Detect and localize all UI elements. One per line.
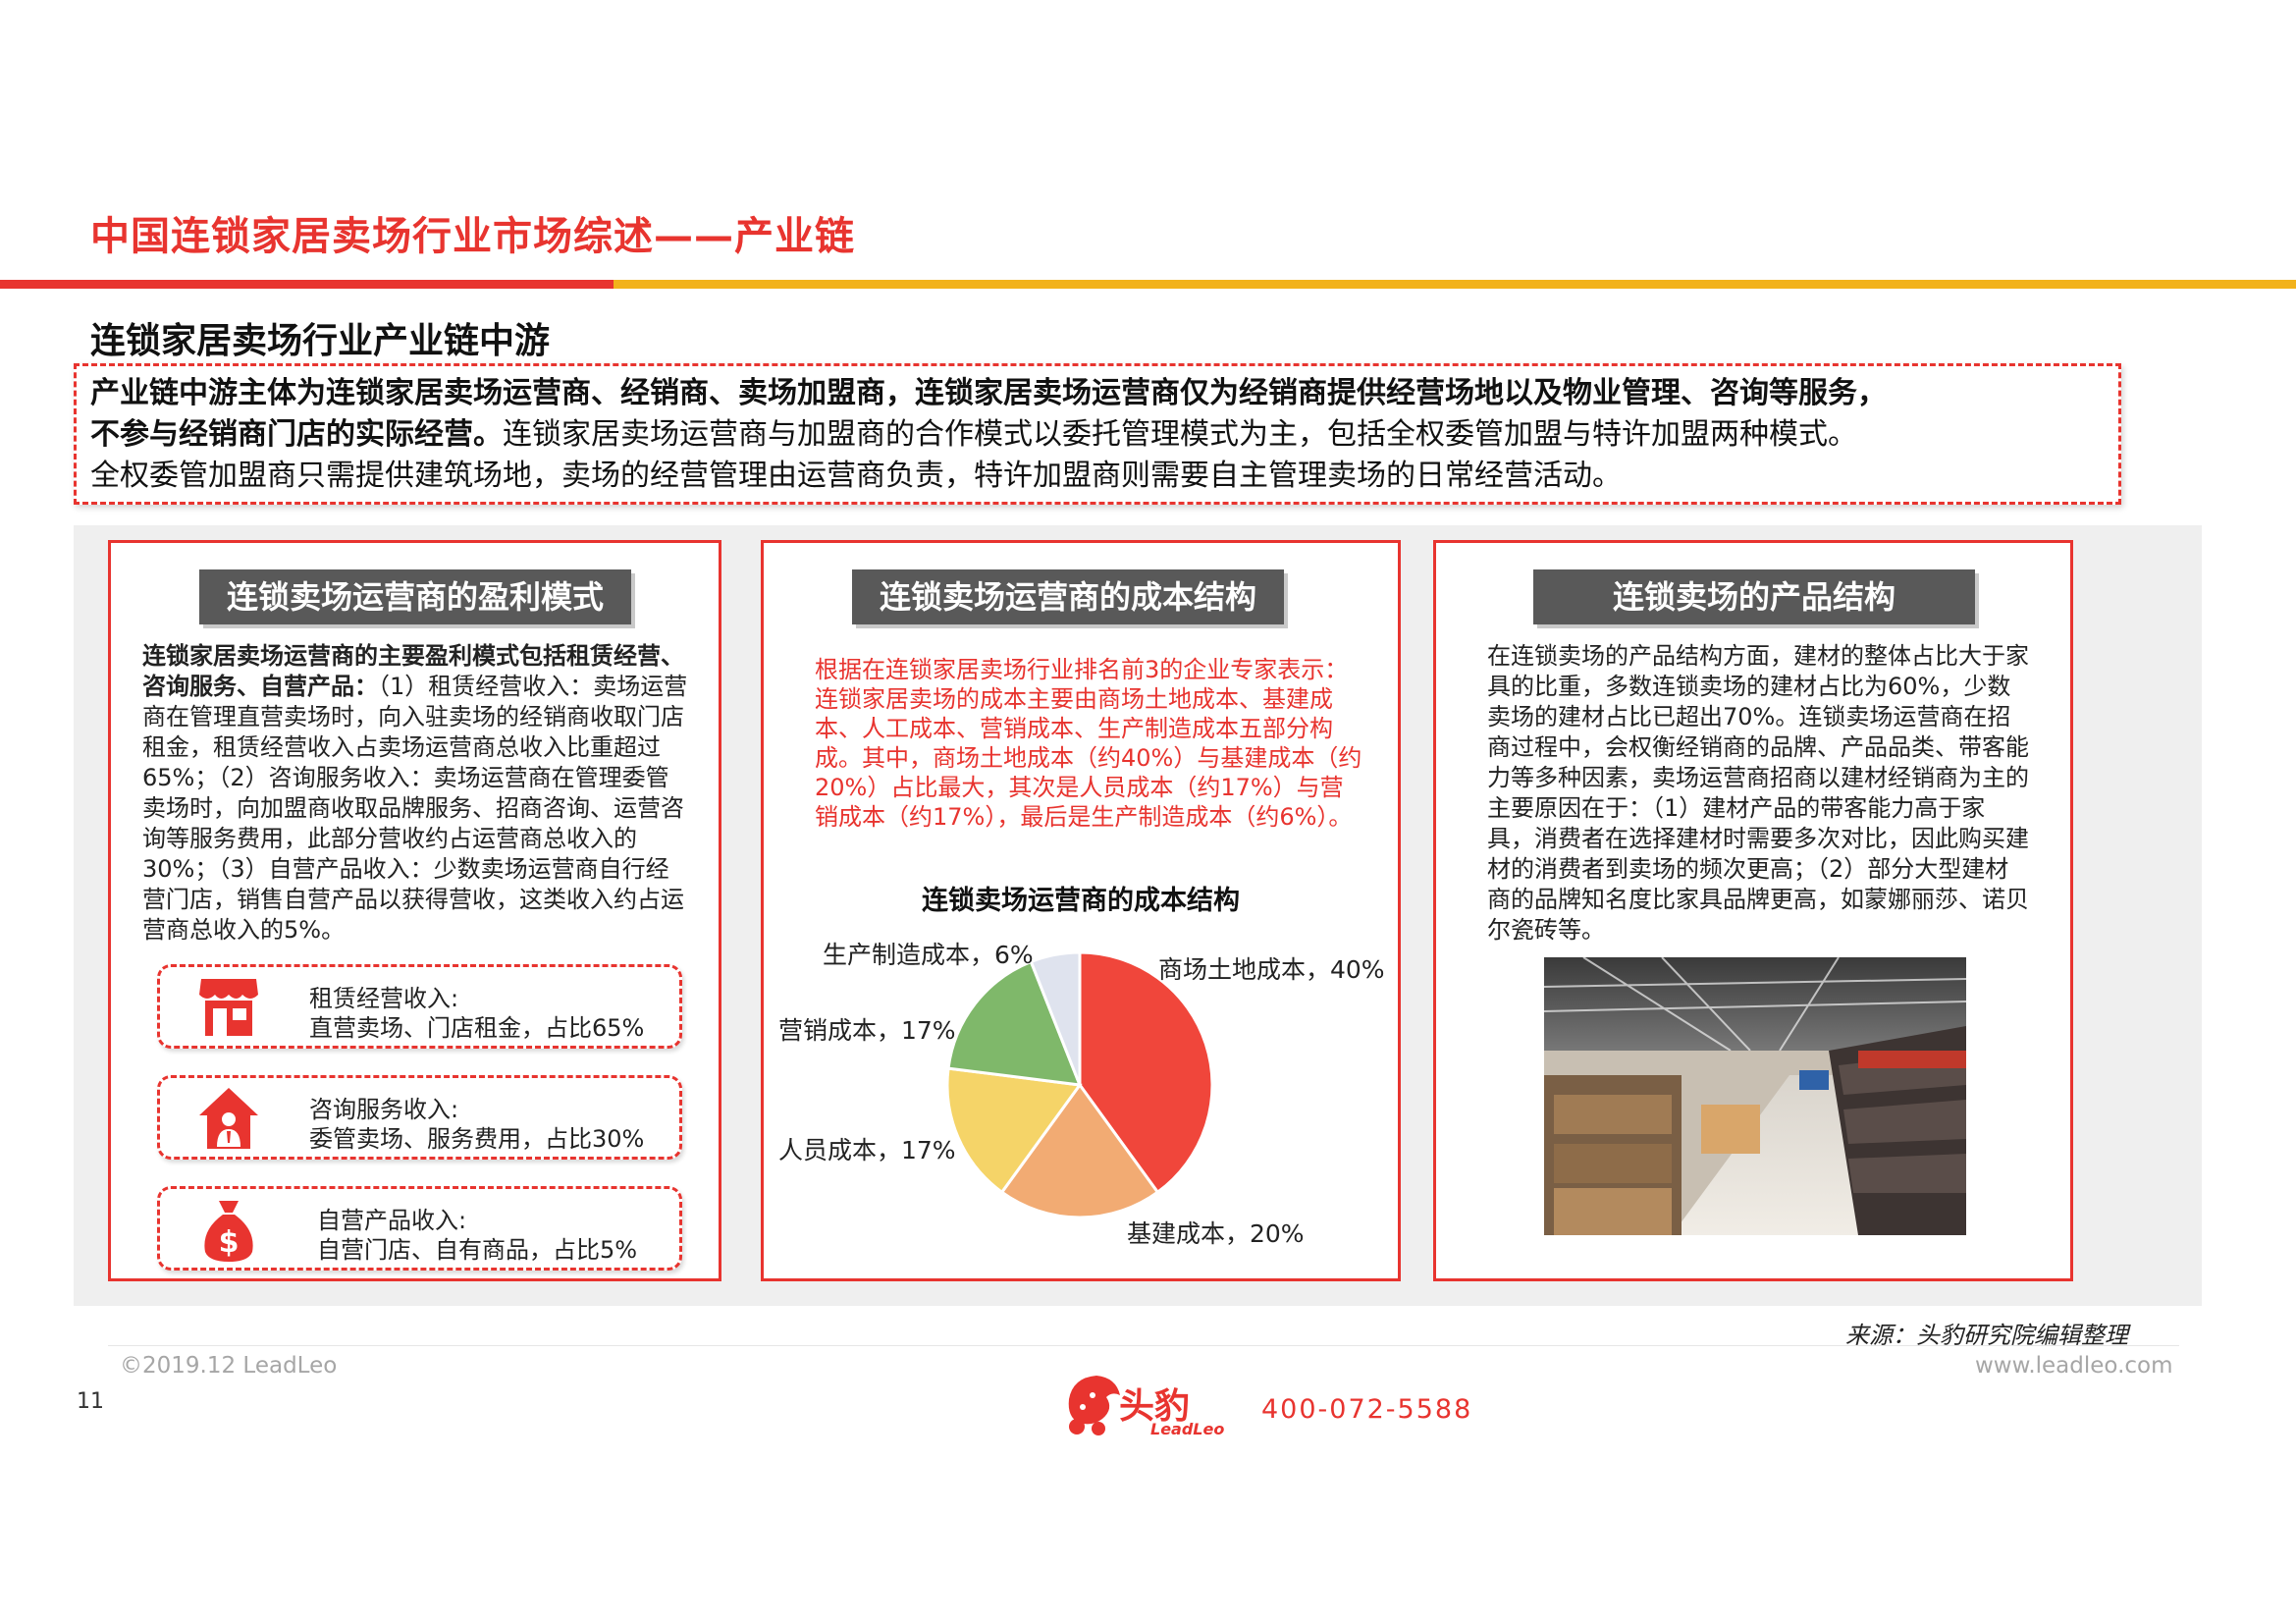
product-structure-text: 在连锁卖场的产品结构方面，建材的整体占比大于家具的比重，多数连锁卖场的建材占比为… [1487,642,2029,944]
phone-number: 400-072-5588 [1261,1394,1473,1425]
revenue-self-detail: 自营门店、自有商品，占比5% [317,1236,638,1264]
summary-normal-line2: 连锁家居卖场运营商与加盟商的合作模式以委托管理模式为主，包括全权委管加盟与特许加… [503,417,1857,452]
summary-text: 产业链中游主体为连锁家居卖场运营商、经销商、卖场加盟商，连锁家居卖场运营商仅为经… [90,373,2122,497]
leopard-logo-icon [1068,1376,1120,1435]
page-number: 11 [77,1389,104,1414]
pie-label-4: 生产制造成本，6% [823,941,1034,969]
section-heading: 连锁家居卖场行业产业链中游 [90,321,551,361]
cost-pie-chart [945,950,1214,1219]
summary-bold-line2: 不参与经销商门店的实际经营。 [90,417,503,452]
summary-bold-line1: 产业链中游主体为连锁家居卖场运营商、经销商、卖场加盟商，连锁家居卖场运营商仅为经… [90,376,1887,410]
pie-label-2: 人员成本，17% [778,1136,956,1164]
pie-label-0: 商场土地成本，40% [1158,955,1385,984]
store-interior-photo [1544,957,1966,1235]
logo-en-text: LeadLeo [1150,1420,1225,1438]
title-underline-yellow [614,280,2296,289]
money-bag-icon: $ [204,1201,253,1262]
summary-line3: 全权委管加盟商只需提供建筑场地，卖场的经营管理由运营商负责，特许加盟商则需要自主… [90,459,1622,493]
website-link[interactable]: www.leadleo.com [1975,1353,2173,1379]
revenue-item-consulting: 咨询服务收入: 委管卖场、服务费用，占比30% [157,1075,682,1160]
revenue-rental-detail: 直营卖场、门店租金，占比65% [309,1014,645,1042]
store-icon [199,979,258,1036]
footer-divider [108,1345,2179,1346]
copyright: ©2019.12 LeadLeo [120,1353,338,1379]
profit-model-text-body: （1）租赁经营收入：卖场运营商在管理直营卖场时，向入驻卖场的经销商收取门店租金，… [142,673,688,944]
page-title: 中国连锁家居卖场行业市场综述——产业链 [90,214,855,259]
cost-structure-title: 连锁卖场运营商的成本结构 [852,569,1284,624]
revenue-consulting-detail: 委管卖场、服务费用，占比30% [309,1125,645,1153]
title-underline-red [0,280,614,289]
chart-title: 连锁卖场运营商的成本结构 [922,886,1240,916]
house-person-icon [199,1088,258,1149]
pie-label-1: 基建成本，20% [1127,1219,1305,1248]
profit-model-text: 连锁家居卖场运营商的主要盈利模式包括租赁经营、咨询服务、自营产品：（1）租赁经营… [142,641,692,946]
profit-model-title: 连锁卖场运营商的盈利模式 [199,569,631,624]
product-structure-title: 连锁卖场的产品结构 [1533,569,1975,624]
cost-structure-text: 根据在连锁家居卖场行业排名前3的企业专家表示：连锁家居卖场的成本主要由商场土地成… [815,656,1362,831]
revenue-item-rental: 租赁经营收入: 直营卖场、门店租金，占比65% [157,964,682,1049]
pie-label-3: 营销成本，17% [778,1016,956,1045]
revenue-item-self-operated: $ 自营产品收入: 自营门店、自有商品，占比5% [157,1186,682,1271]
svg-text:$: $ [219,1225,240,1260]
